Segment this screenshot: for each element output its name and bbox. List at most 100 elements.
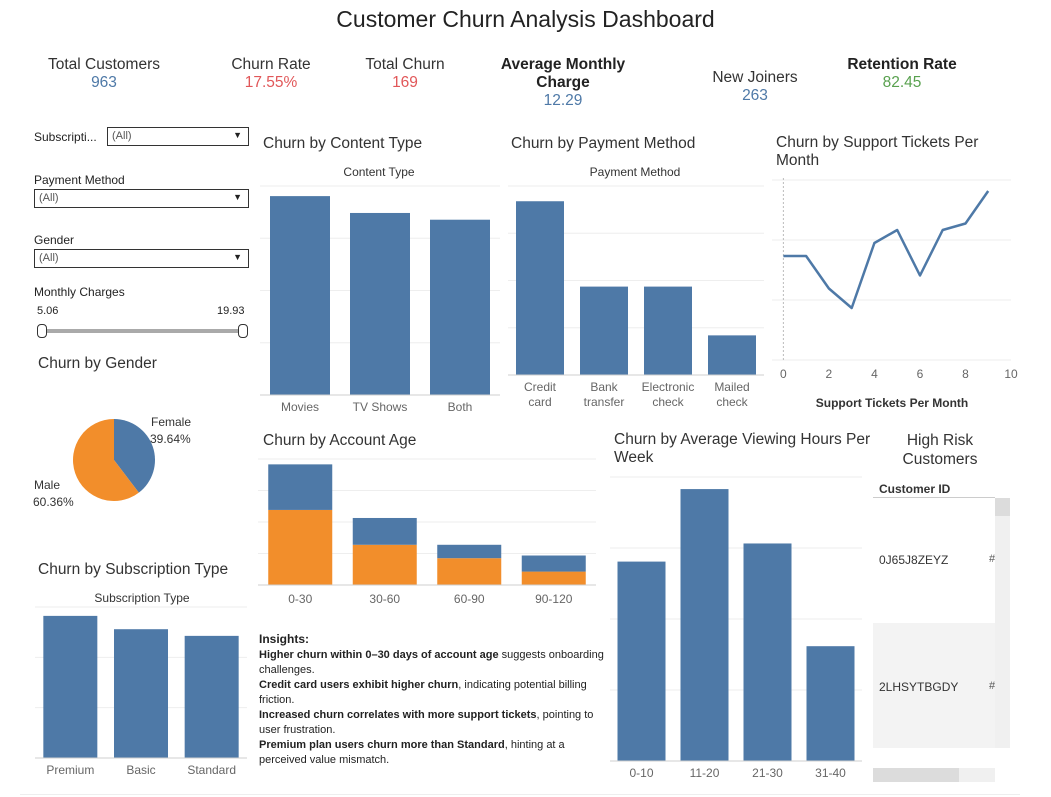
- subscription-dropdown[interactable]: (All) ▼: [107, 127, 249, 146]
- bar: [680, 489, 729, 761]
- bar: [184, 635, 239, 758]
- bar-segment: [352, 544, 417, 585]
- series-line: [783, 190, 990, 310]
- kpi-new-joiners: New Joiners 263: [695, 69, 815, 105]
- tick-label: 0-30: [288, 592, 312, 606]
- kpi-value: 963: [91, 74, 117, 91]
- tick-label: Premium: [46, 763, 94, 777]
- section-title-line: Churn by Support Tickets Per: [776, 134, 979, 151]
- kpi-label: Average Monthly: [500, 56, 626, 73]
- chart-support-tickets: 0 2 4 6 8 10: [772, 178, 1018, 381]
- bar: [806, 646, 855, 761]
- tick-label: Electronic: [642, 380, 695, 394]
- tick-label: Basic: [126, 763, 155, 777]
- bar: [580, 286, 628, 375]
- dropdown-value: (All): [39, 192, 59, 204]
- payment-method-dropdown[interactable]: (All) ▼: [34, 189, 249, 208]
- kpi-label: Total Churn: [365, 56, 445, 73]
- bar: [743, 543, 792, 761]
- filter-label-gender: Gender: [34, 233, 75, 247]
- bar-segment: [521, 555, 586, 572]
- chart-content-type: Movies TV Shows Both: [260, 185, 500, 414]
- tick-label: Mailed: [714, 380, 749, 394]
- pie-percent: 39.64%: [150, 432, 191, 446]
- slider-min-value: 5.06: [37, 305, 59, 317]
- pie-percent: 60.36%: [33, 495, 74, 509]
- section-title-subscription: Churn by Subscription Type: [38, 561, 229, 578]
- scrollbar-thumb[interactable]: [995, 498, 1010, 516]
- slider-handle-max[interactable]: [238, 324, 248, 338]
- gender-dropdown[interactable]: (All) ▼: [34, 249, 249, 268]
- tick-label: 60-90: [454, 592, 485, 606]
- kpi-value: 12.29: [543, 92, 583, 109]
- kpi-label: Charge: [536, 74, 590, 91]
- section-title-account-age: Churn by Account Age: [263, 432, 417, 449]
- tick-label: transfer: [584, 395, 625, 409]
- section-title-content-type: Churn by Content Type: [263, 135, 423, 152]
- section-title-support-tickets: Churn by Support Tickets Per Month: [776, 134, 978, 170]
- tick-label: 4: [871, 367, 878, 381]
- table-row[interactable]: 0J65J8ZEYZ #: [873, 498, 995, 623]
- tick-label: Bank: [590, 380, 618, 394]
- table-row[interactable]: 2LHSYTBGDY #: [873, 623, 995, 748]
- kpi-label: Total Customers: [48, 56, 160, 73]
- section-title-high-risk: High Risk Customers: [880, 431, 1000, 469]
- vertical-scrollbar[interactable]: [995, 498, 1010, 748]
- section-title-gender: Churn by Gender: [38, 355, 157, 372]
- tick-label: Both: [448, 400, 473, 414]
- slider-handle-min[interactable]: [37, 324, 47, 338]
- dashboard-title: Customer Churn Analysis Dashboard: [336, 6, 715, 32]
- bar-segment: [352, 517, 417, 545]
- tick-label: 0-10: [629, 766, 653, 780]
- pie-label: Male: [34, 478, 60, 492]
- slider-max-value: 19.93: [217, 305, 245, 317]
- section-title-viewing-hours: Churn by Average Viewing Hours Per Week: [614, 431, 870, 467]
- pie-label: Female: [151, 415, 191, 429]
- tick-label: 10: [1004, 367, 1018, 381]
- kpi-value: 17.55%: [244, 74, 298, 91]
- bar: [708, 335, 756, 375]
- kpi-avg-monthly-charge: Average Monthly Charge 12.29: [488, 56, 638, 110]
- customer-id-cell: 2LHSYTBGDY: [879, 680, 959, 694]
- scrollbar-thumb[interactable]: [873, 768, 959, 782]
- insight-bold: Premium plan users churn more than Stand…: [259, 739, 505, 751]
- section-title-line: High Risk: [906, 432, 974, 449]
- bottom-divider: [20, 794, 1020, 795]
- bar: [350, 212, 410, 395]
- tick-label: TV Shows: [353, 400, 408, 414]
- dropdown-value: (All): [112, 130, 132, 142]
- chart-viewing-hours: 0-10 11-20 21-30 31-40: [610, 476, 862, 780]
- monthly-charges-slider-track[interactable]: [40, 329, 245, 333]
- filter-label-monthly-charges: Monthly Charges: [34, 285, 125, 299]
- kpi-label: Retention Rate: [847, 56, 957, 73]
- caret-down-icon: ▼: [233, 192, 242, 202]
- insight-bold: Credit card users exhibit higher churn: [259, 679, 459, 691]
- tick-label: 30-60: [369, 592, 400, 606]
- tick-label: 2: [826, 367, 833, 381]
- insight-item: Credit card users exhibit higher churn, …: [259, 678, 604, 708]
- tick-label: 90-120: [535, 592, 573, 606]
- high-risk-table: Customer ID 0J65J8ZEYZ # 2LHSYTBGDY #: [873, 478, 1011, 783]
- chart-account-age: 0-30 30-60 60-90 90-120: [258, 458, 596, 606]
- bar: [516, 201, 564, 375]
- tick-label: Credit: [524, 380, 557, 394]
- kpi-value: 263: [742, 87, 768, 104]
- horizontal-scrollbar[interactable]: [873, 768, 995, 782]
- filter-label-payment-method: Payment Method: [34, 173, 125, 187]
- bar: [114, 629, 168, 758]
- bar-segment: [521, 571, 586, 585]
- tick-label: 21-30: [752, 766, 783, 780]
- tick-label: 11-20: [690, 766, 720, 780]
- section-title-line: Week: [614, 449, 654, 466]
- bar-segment: [437, 544, 502, 559]
- kpi-value: 169: [392, 74, 418, 91]
- insight-bold: Higher churn within 0–30 days of account…: [259, 649, 499, 661]
- tick-label: 31-40: [815, 766, 846, 780]
- insight-bold: Increased churn correlates with more sup…: [259, 709, 537, 721]
- table-header-customer-id: Customer ID: [879, 482, 951, 496]
- caret-down-icon: ▼: [233, 252, 242, 262]
- tick-label: 8: [962, 367, 969, 381]
- kpi-churn-rate: Churn Rate 17.55%: [211, 56, 331, 92]
- insight-item: Higher churn within 0–30 days of account…: [259, 648, 604, 678]
- chart-subscription: Premium Basic Standard: [35, 606, 247, 777]
